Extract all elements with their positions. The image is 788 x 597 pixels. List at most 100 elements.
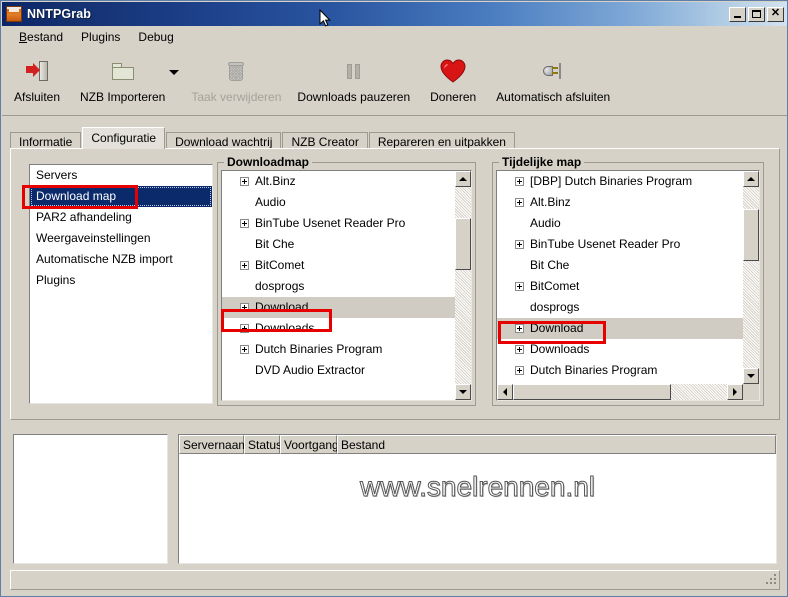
expand-icon[interactable] (240, 219, 249, 228)
tree-node[interactable]: Alt.Binz (497, 192, 743, 213)
heart-icon (440, 56, 466, 86)
tree-node[interactable]: Dutch Binaries Program (222, 339, 455, 360)
tree-node[interactable]: Audio (222, 192, 455, 213)
scroll-down-icon[interactable] (455, 384, 471, 400)
tree-node[interactable]: Downloads (222, 318, 455, 339)
scroll-down-icon[interactable] (743, 368, 759, 384)
tree-node-label: dosprogs (530, 300, 580, 314)
expand-icon[interactable] (240, 261, 249, 270)
tijdelijkemap-vertical-scrollbar[interactable] (743, 171, 759, 384)
column-header-voortgang[interactable]: Voortgang (280, 435, 339, 454)
window-title: NNTPGrab (27, 7, 92, 21)
scrollbar-thumb[interactable] (455, 218, 471, 270)
tree-node-download-selected[interactable]: Download (222, 297, 455, 318)
log-panel[interactable] (13, 434, 168, 564)
expand-icon[interactable] (240, 324, 249, 333)
expand-icon[interactable] (240, 345, 249, 354)
resize-grip[interactable] (764, 574, 777, 587)
expand-icon[interactable] (515, 198, 524, 207)
settings-item-download-map[interactable]: Download map (30, 186, 212, 207)
tree-node[interactable]: DVD Audio Extractor (222, 360, 455, 381)
tree-node[interactable]: [DBP] Dutch Binaries Program (497, 171, 743, 192)
tab-panel-configuratie: Servers Download map PAR2 afhandeling We… (10, 148, 780, 420)
toolbar-button-downloads-pauzeren[interactable]: Downloads pauzeren (289, 54, 418, 104)
expand-icon[interactable] (515, 240, 524, 249)
menu-debug[interactable]: Debug (129, 28, 182, 46)
tree-node[interactable]: dosprogs (222, 276, 455, 297)
toolbar-button-afsluiten[interactable]: Afsluiten (2, 54, 72, 104)
tree-node[interactable]: Alt.Binz (222, 171, 455, 192)
toolbar-button-doneren[interactable]: Doneren (418, 54, 488, 104)
expand-icon[interactable] (515, 366, 524, 375)
toolbar-button-nzb-importeren[interactable]: NZB Importeren (72, 54, 173, 104)
settings-item-servers[interactable]: Servers (30, 165, 212, 186)
expand-icon[interactable] (515, 324, 524, 333)
expand-icon[interactable] (515, 345, 524, 354)
settings-item-plugins[interactable]: Plugins (30, 270, 212, 291)
chevron-down-icon[interactable] (169, 70, 180, 75)
tree-node[interactable]: Dutch Binaries Program (497, 360, 743, 381)
column-header-bestand[interactable]: Bestand (337, 435, 776, 454)
tree-node-label: BitComet (255, 258, 305, 272)
scroll-left-icon[interactable] (497, 384, 513, 400)
minimize-button[interactable] (729, 6, 746, 22)
tab-strip: Informatie Configuratie Download wachtri… (10, 127, 780, 151)
tree-node[interactable]: Downloads (497, 339, 743, 360)
tree-node[interactable]: BitComet (222, 255, 455, 276)
tree-node[interactable]: Bit Che (497, 255, 743, 276)
watermark-text: www.snelrennen.nl (359, 471, 596, 503)
tree-node[interactable]: dosprogs (497, 297, 743, 318)
connection-list-header: Servernaam Status Voortgang Bestand (179, 435, 776, 454)
tree-node[interactable]: BinTube Usenet Reader Pro (497, 234, 743, 255)
menu-bar: Bestand Plugins Debug (2, 26, 787, 48)
scrollbar-thumb[interactable] (513, 384, 671, 400)
expand-icon[interactable] (240, 303, 249, 312)
tree-node-label: Bit Che (255, 237, 295, 251)
connection-list-panel[interactable]: Servernaam Status Voortgang Bestand www.… (178, 434, 777, 564)
toolbar-label-taak-verwijderen: Taak verwijderen (191, 90, 282, 104)
toolbar-button-taak-verwijderen: Taak verwijderen (183, 54, 289, 104)
menu-plugins[interactable]: Plugins (72, 28, 129, 46)
downloadmap-tree-items: Alt.Binz Audio BinTube Usenet Reader Pro… (222, 171, 455, 400)
settings-item-automatische-nzb-import[interactable]: Automatische NZB import (30, 249, 212, 270)
maximize-button[interactable] (748, 6, 765, 22)
tree-node-label: Alt.Binz (255, 174, 296, 188)
tijdelijkemap-horizontal-scrollbar[interactable] (497, 384, 743, 400)
tree-node[interactable]: Bit Che (222, 234, 455, 255)
menu-bestand[interactable]: Bestand (10, 28, 72, 46)
column-header-servernaam[interactable]: Servernaam (179, 435, 248, 454)
tree-node-label: dosprogs (255, 279, 305, 293)
tree-node-label: Downloads (255, 321, 315, 335)
tab-configuratie[interactable]: Configuratie (82, 127, 166, 149)
status-bar (10, 570, 780, 590)
settings-item-par2-afhandeling[interactable]: PAR2 afhandeling (30, 207, 212, 228)
toolbar-button-automatisch-afsluiten[interactable]: Automatisch afsluiten (488, 54, 618, 104)
expand-icon[interactable] (515, 282, 524, 291)
downloadmap-tree[interactable]: Alt.Binz Audio BinTube Usenet Reader Pro… (221, 170, 472, 401)
expand-icon[interactable] (240, 177, 249, 186)
tree-node-download-selected[interactable]: Download (497, 318, 743, 339)
downloadmap-vertical-scrollbar[interactable] (455, 171, 471, 400)
window-controls: ✕ (729, 6, 784, 22)
expand-icon[interactable] (515, 177, 524, 186)
tree-node[interactable]: BinTube Usenet Reader Pro (222, 213, 455, 234)
scrollbar-thumb[interactable] (743, 209, 759, 261)
scroll-right-icon[interactable] (727, 384, 743, 400)
tree-node[interactable]: Audio (497, 213, 743, 234)
column-header-status[interactable]: Status (244, 435, 282, 454)
scroll-up-icon[interactable] (455, 171, 471, 187)
tree-node-label: Bit Che (530, 258, 570, 272)
scroll-up-icon[interactable] (743, 171, 759, 187)
tijdelijkemap-tree[interactable]: [DBP] Dutch Binaries Program Alt.Binz Au… (496, 170, 760, 401)
toolbar-label-afsluiten: Afsluiten (13, 90, 61, 104)
settings-category-list[interactable]: Servers Download map PAR2 afhandeling We… (29, 164, 213, 404)
tree-node-label: [DBP] Dutch Binaries Program (530, 174, 693, 188)
close-button[interactable]: ✕ (767, 6, 784, 22)
settings-item-weergaveinstellingen[interactable]: Weergaveinstellingen (30, 228, 212, 249)
tree-node[interactable]: BitComet (497, 276, 743, 297)
groupbox-tijdelijke-map-title: Tijdelijke map (499, 155, 585, 169)
toolbar-label-nzb-importeren: NZB Importeren (80, 90, 166, 104)
plug-icon (543, 56, 563, 86)
pause-icon (347, 56, 361, 86)
tree-node-label: Audio (530, 216, 561, 230)
